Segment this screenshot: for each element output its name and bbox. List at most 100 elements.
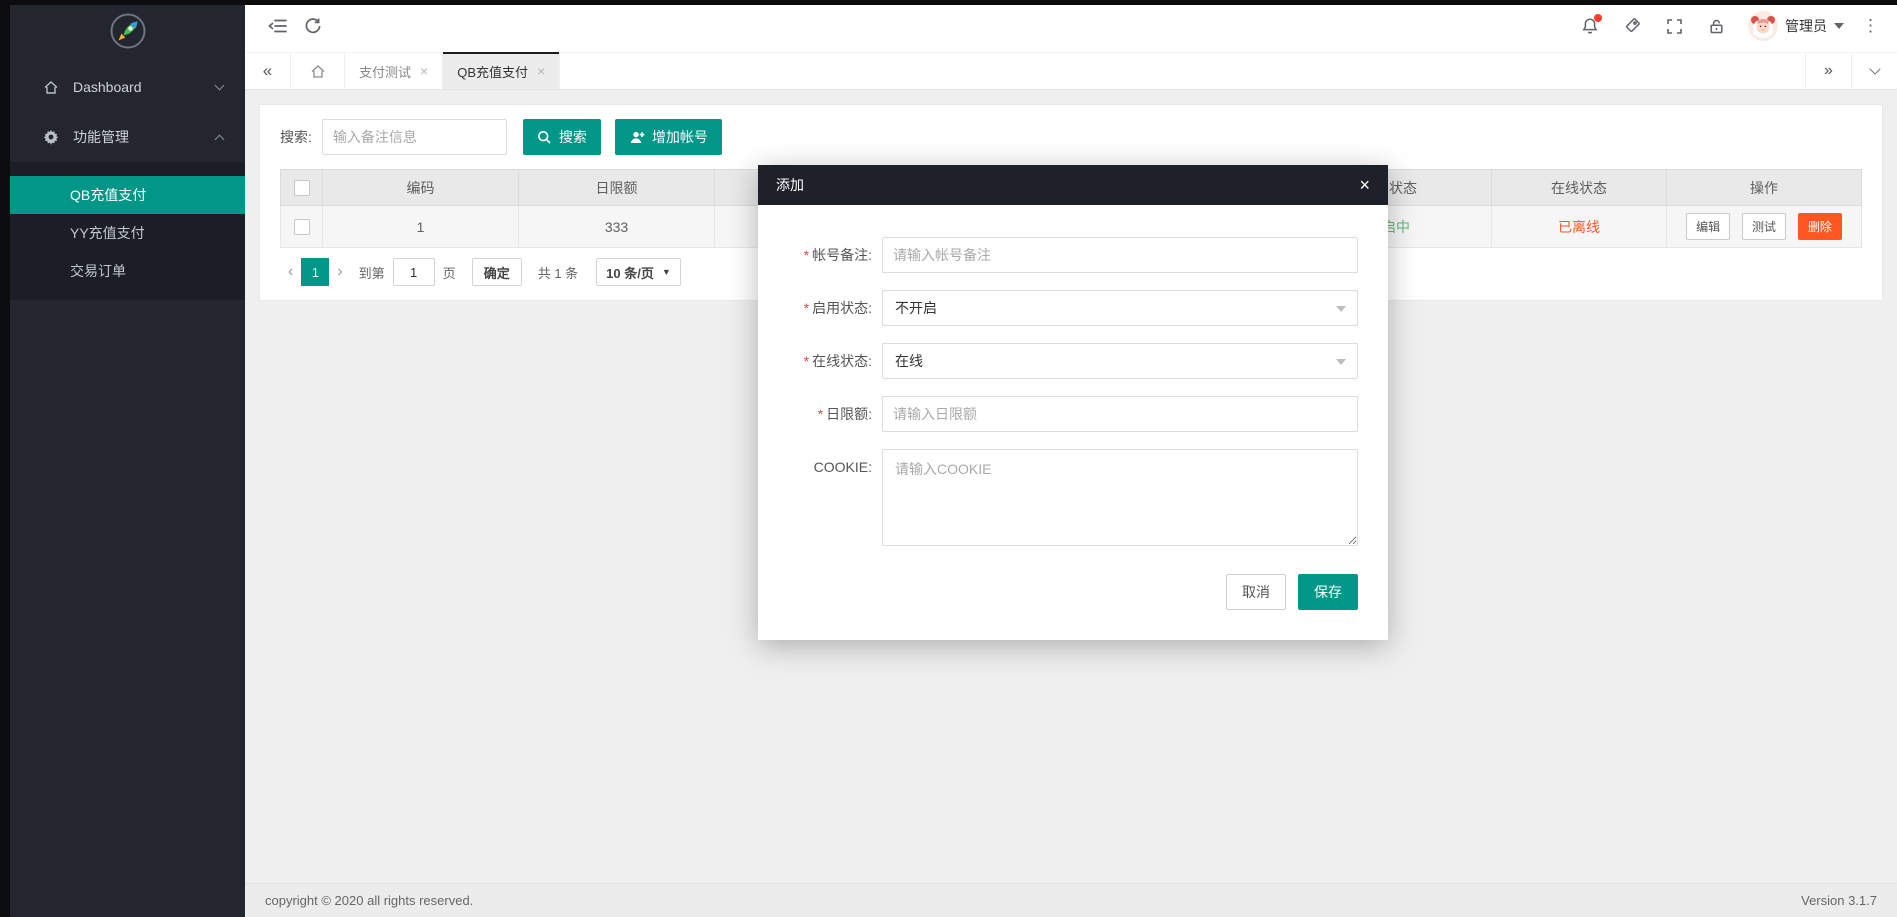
search-input[interactable]: [322, 119, 507, 155]
tab-qb-recharge[interactable]: QB充值支付 ×: [443, 53, 560, 89]
add-account-button-label: 增加帐号: [652, 127, 708, 147]
chevron-up-icon: [215, 134, 225, 144]
search-label: 搜索:: [280, 127, 312, 147]
refresh-button[interactable]: [295, 8, 331, 44]
modal-header: 添加 ×: [758, 165, 1388, 205]
cell-daily-limit: 333: [519, 206, 715, 248]
daily-limit-input[interactable]: [882, 396, 1358, 432]
current-page-button[interactable]: 1: [301, 258, 329, 286]
tabbar: « 支付测试 × QB充值支付 × »: [245, 52, 1897, 90]
goto-page-input[interactable]: [393, 258, 435, 286]
cell-online-status: 已离线: [1492, 206, 1667, 248]
collapse-sidebar-button[interactable]: [259, 8, 295, 44]
close-icon[interactable]: ×: [537, 63, 545, 79]
version-text: Version 3.1.7: [1801, 893, 1877, 908]
rocket-logo-icon: [108, 11, 148, 51]
tab-payment-test[interactable]: 支付测试 ×: [345, 53, 443, 89]
column-header-online-status: 在线状态: [1492, 170, 1667, 206]
search-button[interactable]: 搜索: [523, 119, 601, 155]
prev-page-button[interactable]: ‹: [280, 263, 301, 281]
search-icon: [537, 130, 552, 145]
tab-label: QB充值支付: [457, 62, 528, 81]
caret-down-icon: [1834, 23, 1844, 29]
copyright-text: copyright © 2020 all rights reserved.: [265, 893, 473, 908]
enable-status-select[interactable]: 不开启: [882, 290, 1358, 326]
column-header-daily-limit: 日限额: [519, 170, 715, 206]
user-menu[interactable]: 管理员: [1748, 11, 1844, 41]
page-size-select[interactable]: 10 条/页 ▼: [596, 258, 681, 286]
sidebar-subitem-label: YY充值支付: [70, 225, 145, 241]
tabs-scroll-right-button[interactable]: »: [1805, 53, 1851, 89]
topbar: 管理员 ⋮: [245, 0, 1897, 52]
topbar-right: 管理员 ⋮: [1572, 8, 1885, 44]
total-count-label: 共 1 条: [538, 263, 578, 282]
sidebar-item-qb-recharge[interactable]: QB充值支付: [10, 176, 245, 214]
modal-close-icon[interactable]: ×: [1359, 176, 1370, 194]
app-logo: [10, 0, 245, 62]
tabs-menu-button[interactable]: [1851, 53, 1897, 89]
tab-label: 支付测试: [359, 62, 411, 81]
add-account-modal: 添加 × 帐号备注: 启用状态: 不开启 在线状态: 在线: [758, 165, 1388, 640]
tag-icon[interactable]: [1614, 8, 1650, 44]
save-button[interactable]: 保存: [1298, 574, 1358, 610]
field-label: 日限额:: [782, 396, 872, 432]
fullscreen-icon[interactable]: [1656, 8, 1692, 44]
search-row: 搜索: 搜索 增加帐号: [280, 119, 1862, 155]
notifications-bell-icon[interactable]: [1572, 8, 1608, 44]
page-size-value: 10 条/页: [606, 263, 654, 282]
chevron-down-icon: [215, 81, 225, 91]
home-tab[interactable]: [291, 53, 345, 89]
online-status-value: 在线: [895, 351, 923, 371]
sidebar: Dashboard 功能管理 QB充值支付 YY充值支付 交易订单: [10, 0, 245, 917]
select-all-checkbox[interactable]: [294, 180, 310, 196]
row-checkbox[interactable]: [294, 219, 310, 235]
caret-down-icon: [1336, 359, 1346, 365]
goto-confirm-button[interactable]: 确定: [472, 258, 522, 286]
caret-down-icon: ▼: [662, 267, 671, 277]
form-row-enable-status: 启用状态: 不开启: [782, 290, 1358, 326]
modal-footer: 取消 保存: [758, 568, 1388, 640]
tabs-scroll-left-button[interactable]: «: [245, 53, 291, 89]
username: 管理员: [1785, 16, 1827, 36]
chevron-down-icon: [1869, 63, 1880, 74]
window-left-edge: [0, 0, 10, 917]
cancel-button[interactable]: 取消: [1226, 574, 1286, 610]
form-row-account-remark: 帐号备注:: [782, 237, 1358, 273]
form-row-online-status: 在线状态: 在线: [782, 343, 1358, 379]
sidebar-item-function-management[interactable]: 功能管理: [10, 112, 245, 162]
window-top-edge: [0, 0, 1897, 5]
column-header-actions: 操作: [1667, 170, 1862, 206]
cookie-textarea[interactable]: [882, 449, 1358, 546]
modal-body: 帐号备注: 启用状态: 不开启 在线状态: 在线 日限额:: [758, 205, 1388, 551]
lock-icon[interactable]: [1698, 8, 1734, 44]
row-checkbox-cell: [281, 206, 323, 248]
caret-down-icon: [1336, 306, 1346, 312]
close-icon[interactable]: ×: [420, 63, 428, 79]
sidebar-item-dashboard[interactable]: Dashboard: [10, 62, 245, 112]
page-unit-label: 页: [443, 263, 456, 282]
online-status-select[interactable]: 在线: [882, 343, 1358, 379]
home-icon: [310, 64, 326, 79]
sidebar-item-label: 功能管理: [73, 127, 216, 147]
goto-label: 到第: [359, 263, 385, 282]
sidebar-item-label: Dashboard: [73, 79, 216, 95]
field-label: 在线状态:: [782, 343, 872, 379]
add-account-button[interactable]: 增加帐号: [615, 119, 722, 155]
field-label: 启用状态:: [782, 290, 872, 326]
sidebar-item-trade-orders[interactable]: 交易订单: [10, 252, 245, 290]
search-button-label: 搜索: [559, 127, 587, 147]
notification-dot: [1594, 14, 1602, 22]
header-checkbox-cell: [281, 170, 323, 206]
account-remark-input[interactable]: [882, 237, 1358, 273]
delete-button[interactable]: 删除: [1798, 213, 1842, 240]
edit-button[interactable]: 编辑: [1686, 213, 1730, 240]
footer: copyright © 2020 all rights reserved. Ve…: [245, 883, 1897, 917]
next-page-button[interactable]: ›: [329, 263, 350, 281]
field-label: COOKIE:: [782, 449, 872, 551]
gear-icon: [42, 129, 60, 145]
sidebar-item-yy-recharge[interactable]: YY充值支付: [10, 214, 245, 252]
enable-status-value: 不开启: [895, 298, 937, 318]
test-button[interactable]: 测试: [1742, 213, 1786, 240]
sidebar-subitem-label: 交易订单: [70, 263, 126, 279]
more-options-kebab-icon[interactable]: ⋮: [1856, 16, 1885, 36]
